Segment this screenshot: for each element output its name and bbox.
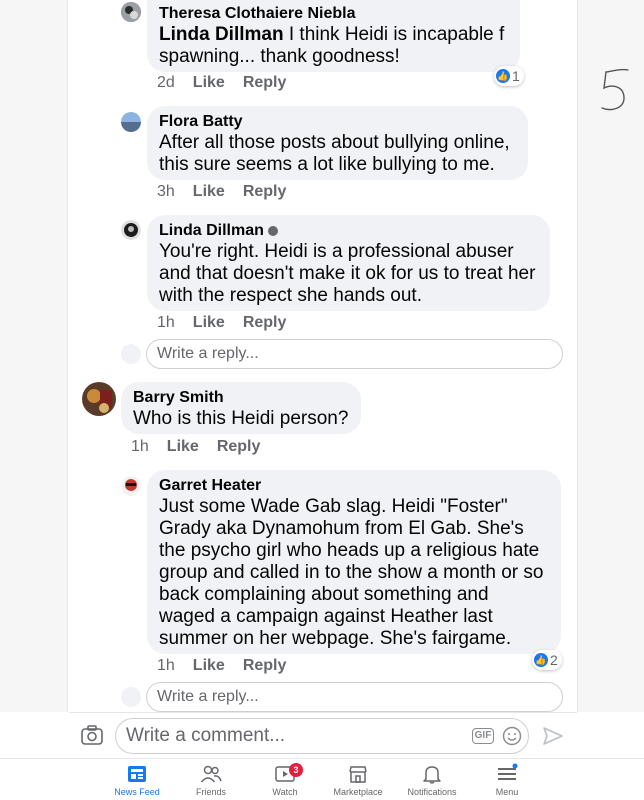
avatar <box>121 344 141 364</box>
reply-input[interactable]: Write a reply... <box>146 339 563 369</box>
tab-marketplace[interactable]: Marketplace <box>318 763 398 797</box>
reply-input[interactable]: Write a reply... <box>146 682 563 712</box>
comment-actions: 1h Like Reply <box>157 314 286 332</box>
tab-label: Friends <box>195 787 226 797</box>
comment-actions: 1h Like Reply <box>131 438 260 456</box>
comment-feed[interactable]: Theresa Clothaiere Niebla Linda Dillman … <box>69 0 577 712</box>
comment-text: Who is this Heidi person? <box>133 408 349 429</box>
tab-label: Marketplace <box>333 787 383 797</box>
avatar[interactable] <box>121 2 141 22</box>
like-button[interactable]: Like <box>193 183 225 201</box>
like-button[interactable]: Like <box>193 657 225 675</box>
friends-icon <box>200 765 222 783</box>
menu-icon <box>498 763 518 780</box>
verified-badge-icon <box>268 225 279 236</box>
comment-author[interactable]: Barry Smith <box>133 388 349 408</box>
thumbs-up-icon: 👍 <box>534 653 548 667</box>
avatar <box>121 687 141 707</box>
comment-bubble[interactable]: Linda Dillman You're right. Heidi is a p… <box>147 215 550 311</box>
left-gutter <box>0 0 68 712</box>
tab-label: Menu <box>495 787 519 797</box>
comment-time: 1h <box>157 314 175 331</box>
send-icon[interactable] <box>542 726 564 746</box>
tab-watch[interactable]: 3 Watch <box>245 763 325 797</box>
bottom-tab-bar: News Feed Friends 3 Watch Marketplace No… <box>0 758 644 800</box>
comment-author[interactable]: Linda Dillman <box>159 221 538 241</box>
like-button[interactable]: Like <box>193 314 225 332</box>
avatar[interactable] <box>121 112 141 132</box>
comment-time: 1h <box>131 438 149 455</box>
comment-author[interactable]: Garret Heater <box>159 476 549 496</box>
comment-bubble[interactable]: Barry Smith Who is this Heidi person? <box>121 382 361 434</box>
tab-label: Notifications <box>407 787 457 797</box>
comment-composer: Write a comment... GIF <box>69 712 577 758</box>
avatar[interactable] <box>121 476 141 496</box>
comment-bubble[interactable]: Garret Heater Just some Wade Gab slag. H… <box>147 470 561 654</box>
reply-button[interactable]: Reply <box>243 74 287 92</box>
news-feed-icon <box>128 766 146 782</box>
tab-label: News Feed <box>114 787 160 797</box>
comment-text: Just some Wade Gab slag. Heidi "Foster" … <box>159 496 544 649</box>
comment-time: 3h <box>157 183 175 200</box>
reaction-count[interactable]: 👍 1 <box>494 66 524 86</box>
comment-bubble[interactable]: Theresa Clothaiere Niebla Linda Dillman … <box>147 0 520 72</box>
comment-text: You're right. Heidi is a professional ab… <box>159 241 536 306</box>
reply-button[interactable]: Reply <box>243 183 287 201</box>
reply-button[interactable]: Reply <box>243 314 287 332</box>
tab-notifications[interactable]: Notifications <box>392 763 472 797</box>
marketplace-icon <box>349 766 367 783</box>
tab-news-feed[interactable]: News Feed <box>97 763 177 797</box>
comment-text: Linda Dillman I think Heidi is incapable… <box>159 24 505 67</box>
tab-menu[interactable]: Menu <box>467 763 547 797</box>
comment-author[interactable]: Flora Batty <box>159 112 516 132</box>
mention-link[interactable]: Linda Dillman <box>159 24 284 45</box>
comment-time: 2d <box>157 74 175 91</box>
avatar[interactable] <box>121 220 141 240</box>
bell-icon <box>423 766 441 784</box>
thumbs-up-icon: 👍 <box>496 69 510 83</box>
tab-label: Watch <box>272 787 298 797</box>
reaction-count[interactable]: 👍 2 <box>532 650 562 670</box>
comment-bubble[interactable]: Flora Batty After all those posts about … <box>147 106 528 180</box>
watch-badge: 3 <box>289 763 303 777</box>
like-button[interactable]: Like <box>167 438 199 456</box>
comment-actions: 2d Like Reply <box>157 74 286 92</box>
camera-icon[interactable] <box>81 725 103 745</box>
reply-button[interactable]: Reply <box>217 438 261 456</box>
reply-button[interactable]: Reply <box>243 657 287 675</box>
handwritten-five-mark <box>601 68 629 111</box>
comment-time: 1h <box>157 657 175 674</box>
emoji-icon[interactable] <box>502 726 522 746</box>
comment-actions: 3h Like Reply <box>157 183 286 201</box>
comment-text: After all those posts about bullying onl… <box>159 132 510 175</box>
comment-thread-page: Theresa Clothaiere Niebla Linda Dillman … <box>0 0 644 800</box>
gif-button[interactable]: GIF <box>472 728 494 744</box>
like-button[interactable]: Like <box>193 74 225 92</box>
comment-input[interactable]: Write a comment... <box>115 718 529 754</box>
tab-friends[interactable]: Friends <box>171 763 251 797</box>
comment-author[interactable]: Theresa Clothaiere Niebla <box>159 4 508 24</box>
avatar[interactable] <box>82 382 116 416</box>
comment-actions: 1h Like Reply <box>157 657 286 675</box>
